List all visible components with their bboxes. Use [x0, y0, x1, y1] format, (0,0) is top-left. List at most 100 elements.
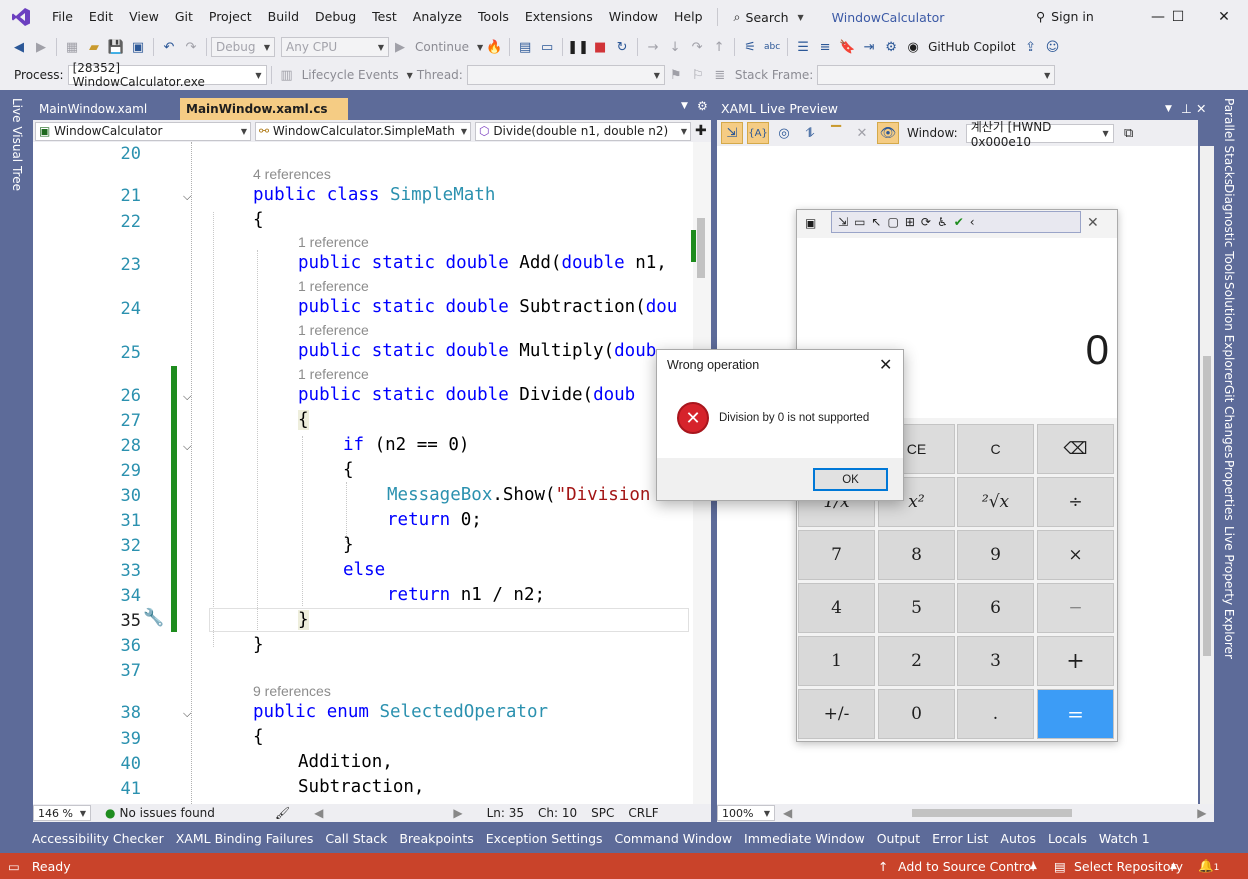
diagnostics-icon[interactable]: ⚟	[739, 36, 761, 58]
parallel-stacks-tab[interactable]: Parallel Stacks	[1222, 98, 1236, 185]
menu-debug[interactable]: Debug	[307, 0, 364, 34]
quick-action-screwdriver-icon[interactable]: 🔧	[143, 608, 164, 628]
lifecycle-icon[interactable]: ▥	[276, 64, 298, 86]
code-editor[interactable]: 20 21 22 23 24 25 26 27 28 29 30 31 32 3…	[33, 142, 693, 804]
menu-analyze[interactable]: Analyze	[405, 0, 470, 34]
attach-window-icon[interactable]: ⧉	[1118, 122, 1140, 144]
settings-icon[interactable]: ⚙	[697, 99, 708, 113]
clear-icon[interactable]: ✕	[851, 122, 873, 144]
ok-button[interactable]: OK	[813, 468, 888, 491]
play-icon[interactable]: ▶	[389, 36, 411, 58]
negate-button[interactable]: +/-	[798, 689, 875, 739]
tab-mainwindow-xaml-cs[interactable]: MainWindow.xaml.cs ⊸ ✕	[180, 98, 348, 138]
tab-immediate-window[interactable]: Immediate Window	[738, 831, 871, 846]
forward-icon[interactable]: ▶	[30, 36, 52, 58]
video-icon[interactable]: ▭	[854, 215, 865, 229]
codelens-references[interactable]: 1 reference	[298, 278, 369, 294]
notifications-icon[interactable]: 🔔1	[1198, 858, 1219, 874]
line-ending-indicator[interactable]: CRLF	[628, 806, 658, 820]
member-dropdown[interactable]: ⬡ Divide(double n1, double n2) ▼	[475, 121, 691, 141]
step-into-icon[interactable]: ↓	[664, 36, 686, 58]
codelens-references[interactable]: 1 reference	[298, 322, 369, 338]
back-icon[interactable]: ◀	[8, 36, 30, 58]
digit-0-button[interactable]: 0	[878, 689, 955, 739]
bookmark-icon[interactable]: 🔖	[836, 36, 858, 58]
codelens-references[interactable]: 1 reference	[298, 366, 369, 382]
codelens-references[interactable]: 4 references	[253, 166, 331, 182]
close-icon[interactable]: ✕	[879, 355, 892, 374]
scrollbar-thumb[interactable]	[697, 218, 705, 278]
live-visual-tree-tab[interactable]: Live Visual Tree	[10, 98, 24, 191]
stack-frame-select[interactable]: ▼	[817, 65, 1056, 85]
digit-9-button[interactable]: 9	[957, 530, 1034, 580]
tab-breakpoints[interactable]: Breakpoints	[393, 831, 479, 846]
save-icon[interactable]: 💾	[105, 36, 127, 58]
select-repository-button[interactable]: Select Repository	[1074, 859, 1183, 874]
platform-select[interactable]: Any CPU ▼	[281, 37, 389, 57]
github-copilot-button[interactable]: GitHub Copilot	[928, 40, 1015, 54]
decimal-button[interactable]: .	[957, 689, 1034, 739]
scroll-left-icon[interactable]: ◀	[314, 806, 323, 820]
codelens-references[interactable]: 9 references	[253, 683, 331, 699]
tab-overflow-icon[interactable]: ▼	[681, 101, 688, 111]
menu-test[interactable]: Test	[364, 0, 405, 34]
check-icon[interactable]: ✔	[954, 215, 964, 229]
search-button[interactable]: ⌕ Search ▼	[724, 9, 814, 25]
window-layout-icon[interactable]: ▭	[536, 36, 558, 58]
menu-file[interactable]: File	[44, 0, 81, 34]
live-property-explorer-tab[interactable]: Live Property Explorer	[1222, 526, 1236, 659]
tab-output[interactable]: Output	[871, 831, 926, 846]
whitespace-indicator[interactable]: SPC	[591, 806, 614, 820]
hot-reload-icon[interactable]: 🔥	[483, 36, 505, 58]
accessibility-icon[interactable]: ♿	[937, 215, 948, 229]
tab-error-list[interactable]: Error List	[926, 831, 994, 846]
redo-icon[interactable]: ↷	[180, 36, 202, 58]
layout-icon[interactable]: ⊞	[905, 215, 915, 229]
menu-build[interactable]: Build	[260, 0, 307, 34]
scroll-left-icon[interactable]: ◀	[783, 806, 792, 820]
step-out-icon[interactable]: ↑	[708, 36, 730, 58]
properties-tab[interactable]: Properties	[1222, 460, 1236, 521]
settings-icon[interactable]: ⚙	[880, 36, 902, 58]
digit-3-button[interactable]: 3	[957, 636, 1034, 686]
pointer-icon[interactable]: ↖	[871, 215, 881, 229]
scroll-right-icon[interactable]: ▶	[1197, 806, 1206, 820]
stop-icon[interactable]: ■	[589, 36, 611, 58]
share-icon[interactable]: ⇪	[1020, 36, 1042, 58]
tab-watch-1[interactable]: Watch 1	[1093, 831, 1156, 846]
binding-icon[interactable]: ⥮	[799, 122, 821, 144]
square-root-button[interactable]: ²√x	[957, 477, 1034, 527]
scrollbar-thumb[interactable]	[1203, 356, 1211, 656]
show-next-statement-icon[interactable]: →	[642, 36, 664, 58]
split-editor-icon[interactable]: ✚	[695, 123, 707, 139]
save-all-icon[interactable]: ▣	[127, 36, 149, 58]
track-focus-icon[interactable]: ◎	[773, 122, 795, 144]
issues-status[interactable]: No issues found	[119, 806, 214, 820]
digit-2-button[interactable]: 2	[878, 636, 955, 686]
solution-explorer-tab[interactable]: Solution Explorer	[1222, 282, 1236, 385]
comment-icon[interactable]: ☰	[792, 36, 814, 58]
window-select[interactable]: 계산기 [HWND 0x000e10 ▼	[965, 120, 1114, 149]
equals-button[interactable]: =	[1037, 689, 1114, 739]
digit-1-button[interactable]: 1	[798, 636, 875, 686]
divide-button[interactable]: ÷	[1037, 477, 1114, 527]
diagnostic-tools-tab[interactable]: Diagnostic Tools	[1222, 184, 1236, 281]
multiply-button[interactable]: ×	[1037, 530, 1114, 580]
add-to-source-control-button[interactable]: Add to Source Control	[898, 859, 1035, 874]
digit-8-button[interactable]: 8	[878, 530, 955, 580]
menu-extensions[interactable]: Extensions	[517, 0, 601, 34]
scroll-right-icon[interactable]: ▶	[453, 806, 462, 820]
frame-icon[interactable]: ▢	[887, 215, 898, 229]
subtract-button[interactable]: −	[1037, 583, 1114, 633]
live-preview-vertical-scrollbar[interactable]	[1200, 146, 1214, 804]
digit-5-button[interactable]: 5	[878, 583, 955, 633]
tab-autos[interactable]: Autos	[994, 831, 1042, 846]
break-all-icon[interactable]: ❚❚	[567, 36, 589, 58]
horizontal-scroll-thumb[interactable]	[912, 809, 1073, 817]
stack-icon[interactable]: ≣	[709, 64, 731, 86]
open-folder-icon[interactable]: ▰	[83, 36, 105, 58]
flag-icon[interactable]: ⚑	[665, 64, 687, 86]
digit-4-button[interactable]: 4	[798, 583, 875, 633]
collapse-icon[interactable]: ‹	[970, 215, 975, 229]
hot-reload-icon[interactable]: ⟳	[921, 215, 931, 229]
